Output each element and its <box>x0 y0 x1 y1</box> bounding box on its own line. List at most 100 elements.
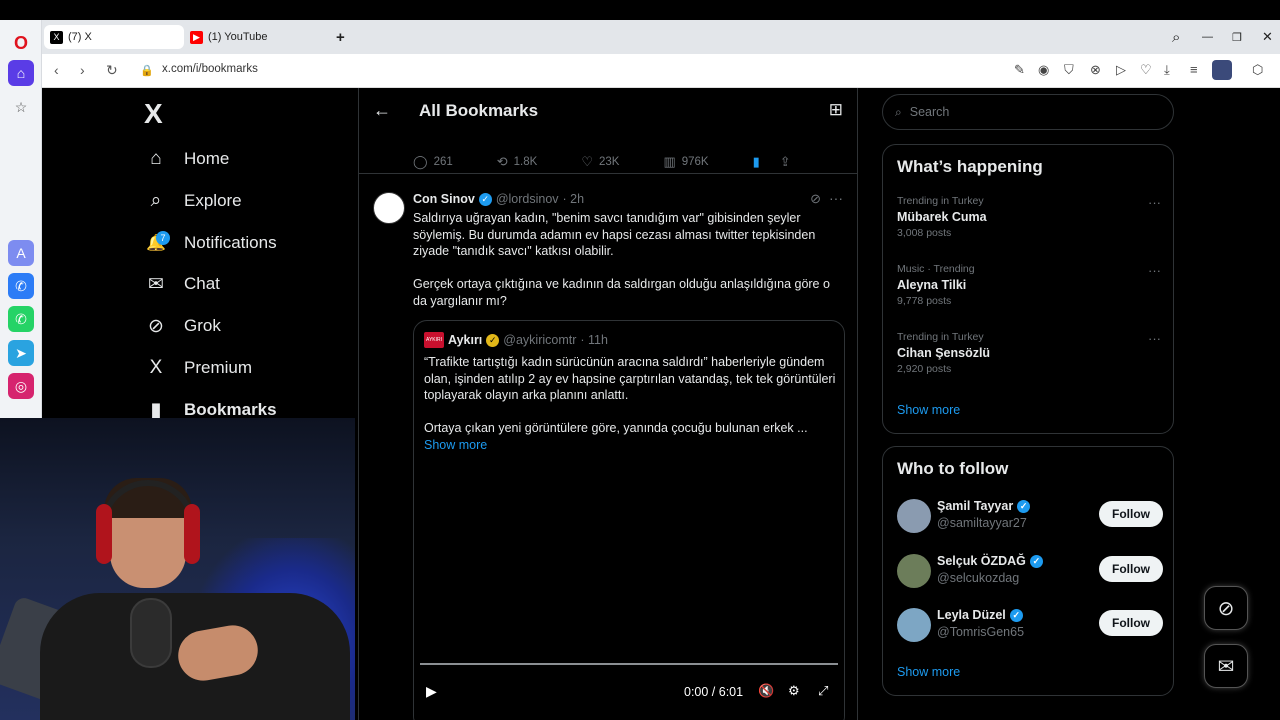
view-count: 976K <box>681 155 709 168</box>
quote-author-name[interactable]: Aykırı <box>448 333 482 347</box>
new-folder-icon[interactable]: ⊞ <box>829 100 843 120</box>
tab-youtube[interactable]: ▶ (1) YouTube <box>184 25 268 49</box>
author-name[interactable]: Con Sinov <box>413 192 475 206</box>
more-icon[interactable]: ··· <box>829 190 843 206</box>
restore-button[interactable]: ❐ <box>1226 25 1242 49</box>
player-icon[interactable]: ▷ <box>1116 62 1126 78</box>
like-button[interactable]: ♡ 23K <box>581 154 619 170</box>
views-button[interactable]: ▥ 976K <box>663 154 708 170</box>
tab-search-icon[interactable]: ⌕ <box>1166 25 1180 49</box>
follow-suggestion[interactable]: Şamil Tayyar ✓ @samiltayyar27 Follow <box>897 497 1163 535</box>
grok-explain-icon[interactable]: ⊘ <box>810 191 821 207</box>
back-arrow-icon[interactable]: ← <box>373 100 391 121</box>
quote-author-handle[interactable]: @aykiricomtr <box>503 333 576 347</box>
minimize-button[interactable]: — <box>1196 25 1213 49</box>
search-icon: ⌕ <box>895 104 902 119</box>
trend-category: Trending in Turkey <box>897 331 984 343</box>
tab-x[interactable]: X (7) X <box>44 25 184 49</box>
download-icon[interactable]: ⤓ <box>1164 62 1170 78</box>
trend-count: 2,920 posts <box>897 363 952 375</box>
shield-icon[interactable]: ⛉ <box>1064 62 1074 78</box>
vpn-icon[interactable]: ⊗ <box>1090 62 1101 78</box>
nav-grok[interactable]: ⊘ Grok <box>144 311 221 341</box>
verified-gold-badge-icon: ✓ <box>486 333 500 347</box>
follow-button[interactable]: Follow <box>1099 556 1163 582</box>
headphone-right <box>184 504 200 564</box>
menu-icon[interactable]: ≡ <box>1190 62 1198 77</box>
telegram-icon[interactable]: ➤ <box>8 340 34 366</box>
reload-icon[interactable]: ↻ <box>106 62 118 79</box>
show-more-link[interactable]: Show more <box>897 665 960 679</box>
more-icon[interactable]: ··· <box>1148 195 1161 210</box>
nav-home[interactable]: ⌂ Home <box>144 144 229 174</box>
whats-happening-panel: What’s happening Trending in Turkey Müba… <box>882 144 1174 434</box>
search-input[interactable] <box>909 105 1150 119</box>
share-icon: ⇪ <box>779 153 791 169</box>
avatar[interactable] <box>373 192 405 224</box>
aria-icon[interactable]: A <box>8 240 34 266</box>
whatsapp-icon[interactable]: ✆ <box>8 306 34 332</box>
quoted-tweet[interactable]: AYKIRI Aykırı ✓ @aykiricomtr · 11h “Traf… <box>413 320 845 720</box>
trend-item[interactable]: Trending in Turkey Mübarek Cuma 3,008 po… <box>897 195 1161 239</box>
search-box[interactable]: ⌕ <box>882 94 1174 130</box>
trend-item[interactable]: Music · Trending Aleyna Tilki 9,778 post… <box>897 263 1161 307</box>
x-logo[interactable]: X <box>144 98 163 130</box>
show-more-link[interactable]: Show more <box>424 438 487 452</box>
camera-icon[interactable]: ◉ <box>1038 62 1049 78</box>
home-speed-dial-icon[interactable]: ⌂ <box>8 60 34 86</box>
play-icon[interactable]: ▶ <box>426 683 437 700</box>
video-player[interactable]: ▶ 0:00 / 6:01 🔇 ⚙ ⤢ <box>414 461 844 720</box>
close-window-button[interactable]: ✕ <box>1256 25 1273 49</box>
avatar[interactable] <box>897 499 931 533</box>
verified-badge-icon: ✓ <box>1017 499 1031 513</box>
follow-suggestion[interactable]: Selçuk ÖZDAĞ ✓ @selcukozdag Follow <box>897 552 1163 590</box>
more-icon[interactable]: ··· <box>1148 331 1161 346</box>
bookmark-button[interactable]: ▮ <box>753 154 766 170</box>
trend-item[interactable]: Trending in Turkey Cihan Şensözlü 2,920 … <box>897 331 1161 375</box>
webcam-overlay <box>0 418 355 720</box>
back-icon[interactable]: ‹ <box>54 62 59 78</box>
messenger-icon[interactable]: ✆ <box>8 273 34 299</box>
extensions-icon[interactable]: ⬡ <box>1252 62 1263 78</box>
show-more-link[interactable]: Show more <box>897 403 960 417</box>
grok-fab-button[interactable]: ⊘ <box>1204 586 1248 630</box>
like-count: 23K <box>598 155 620 168</box>
reply-button[interactable]: ◯ 261 <box>413 154 453 170</box>
nav-premium[interactable]: X Premium <box>144 353 252 383</box>
profile-avatar[interactable] <box>1212 60 1232 80</box>
mute-icon[interactable]: 🔇 <box>758 683 774 699</box>
fullscreen-icon[interactable]: ⤢ <box>818 683 828 699</box>
follow-button[interactable]: Follow <box>1099 501 1163 527</box>
mail-icon: ✉ <box>148 273 164 295</box>
verified-badge-icon: ✓ <box>478 192 492 206</box>
right-sidebar: ⌕ What’s happening Trending in Turkey Mü… <box>882 88 1174 720</box>
tweet[interactable]: Con Sinov ✓ @lordsinov · 2h ⊘ ··· Saldır… <box>359 182 857 720</box>
url-field[interactable]: x.com/i/bookmarks <box>162 63 258 75</box>
opera-logo-icon[interactable]: O <box>8 30 34 56</box>
share-button[interactable]: ⇪ <box>780 154 797 170</box>
heart-icon[interactable]: ♡ <box>1140 62 1152 78</box>
quote-time[interactable]: · 11h <box>580 333 608 347</box>
follow-button[interactable]: Follow <box>1099 610 1163 636</box>
tab-label: (1) YouTube <box>208 31 268 43</box>
more-icon[interactable]: ··· <box>1148 263 1161 278</box>
tweet-time[interactable]: · 2h <box>563 192 585 206</box>
author-handle[interactable]: @lordsinov <box>496 192 559 206</box>
instagram-icon[interactable]: ◎ <box>8 373 34 399</box>
follow-suggestion[interactable]: Leyla Düzel ✓ @TomrisGen65 Follow <box>897 606 1163 644</box>
messages-fab-button[interactable]: ✉ <box>1204 644 1248 688</box>
edit-icon[interactable]: ✎ <box>1014 62 1025 78</box>
settings-gear-icon[interactable]: ⚙ <box>788 683 800 699</box>
nav-chat[interactable]: ✉ Chat <box>144 269 220 299</box>
forward-icon[interactable]: › <box>80 62 85 78</box>
nav-notifications[interactable]: 🔔 7 Notifications <box>144 228 277 258</box>
video-progress-bar[interactable] <box>420 663 838 665</box>
avatar[interactable] <box>897 608 931 642</box>
repost-button[interactable]: ⟲ 1.8K <box>497 154 538 170</box>
nav-explore[interactable]: ⌕ Explore <box>144 186 242 216</box>
suggestion-handle: @samiltayyar27 <box>937 516 1027 530</box>
pinboard-star-icon[interactable]: ☆ <box>8 94 34 120</box>
avatar[interactable] <box>897 554 931 588</box>
new-tab-button[interactable]: + <box>330 25 345 49</box>
verified-badge-icon: ✓ <box>1009 608 1023 622</box>
